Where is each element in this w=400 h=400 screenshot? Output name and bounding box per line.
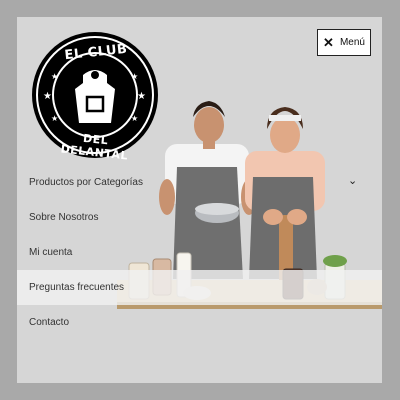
svg-text:★: ★ [137, 91, 146, 102]
svg-text:★: ★ [51, 72, 58, 81]
club-logo[interactable]: ★ ★ ★ ★ ★ ★ EL CLUB DEL DELANTAL [31, 31, 159, 162]
nav-item-productos[interactable]: Productos por Categorías ⌄ [17, 165, 382, 200]
menu-overlay-panel: ★ ★ ★ ★ ★ ★ EL CLUB DEL DELANTAL ✕ Menú … [17, 17, 382, 383]
svg-text:★: ★ [43, 91, 52, 102]
svg-text:★: ★ [51, 114, 58, 123]
svg-text:★: ★ [131, 114, 138, 123]
nav-item-label: Productos por Categorías [29, 177, 143, 188]
menu-close-button[interactable]: ✕ Menú [317, 29, 371, 56]
svg-text:★: ★ [131, 72, 138, 81]
nav-item-label: Contacto [29, 317, 70, 328]
menu-button-label: Menú [339, 37, 365, 48]
nav-item-preguntas-frecuentes[interactable]: Preguntas frecuentes [17, 270, 382, 305]
nav-item-mi-cuenta[interactable]: Mi cuenta [17, 235, 382, 270]
close-icon: ✕ [323, 35, 334, 50]
nav-item-label: Sobre Nosotros [29, 212, 99, 223]
nav-item-contacto[interactable]: Contacto [17, 305, 382, 340]
nav-item-label: Preguntas frecuentes [29, 282, 125, 293]
nav-item-label: Mi cuenta [29, 247, 73, 258]
nav-item-sobre-nosotros[interactable]: Sobre Nosotros [17, 200, 382, 235]
chevron-down-icon[interactable]: ⌄ [348, 174, 357, 187]
main-navigation: Productos por Categorías ⌄ Sobre Nosotro… [17, 165, 382, 340]
